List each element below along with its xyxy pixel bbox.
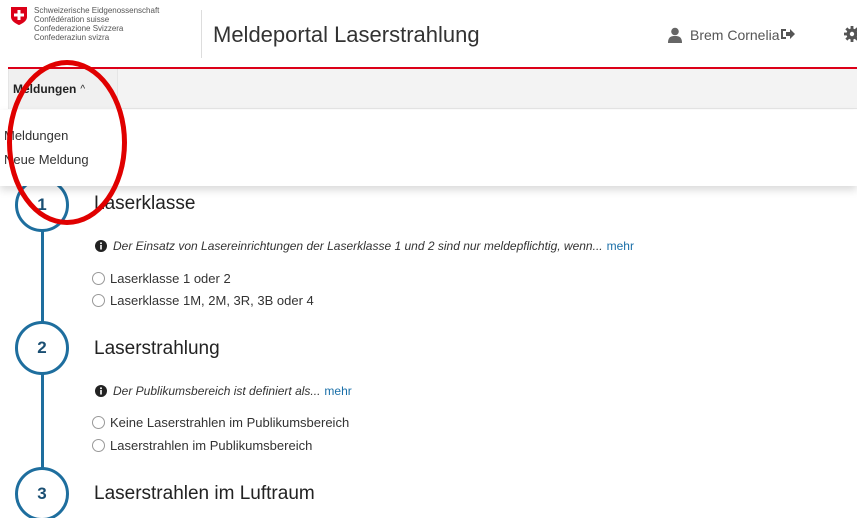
step-1-circle: 1 (15, 178, 69, 232)
nav-dropdown-menu: Meldungen Neue Meldung (0, 110, 857, 186)
logout-icon[interactable] (780, 26, 796, 42)
step-1-more-link[interactable]: mehr (607, 239, 634, 253)
step-2-number: 2 (37, 338, 47, 357)
dropdown-item-meldungen[interactable]: Meldungen (4, 128, 68, 143)
nav-tab-label: Meldungen (13, 82, 77, 96)
confederation-line-fr: Confédération suisse (34, 15, 110, 24)
chevron-up-icon: ^ (80, 83, 86, 95)
radio-laserstrahlen-publikum[interactable]: Laserstrahlen im Publikumsbereich (92, 438, 312, 453)
radio-circle[interactable] (92, 294, 105, 307)
radio-laserklasse-1-2[interactable]: Laserklasse 1 oder 2 (92, 271, 231, 286)
radio-label: Laserklasse 1M, 2M, 3R, 3B oder 4 (110, 293, 314, 308)
radio-circle[interactable] (92, 439, 105, 452)
header: Schweizerische Eidgenossenschaft Confédé… (0, 0, 857, 68)
confederation-line-rm: Confederaziun svizra (34, 33, 110, 42)
info-icon (95, 385, 107, 397)
dropdown-item-neue-meldung[interactable]: Neue Meldung (4, 152, 89, 167)
step-3-circle: 3 (15, 467, 69, 518)
step-3-number: 3 (37, 484, 47, 503)
gear-icon[interactable] (843, 25, 857, 43)
radio-keine-laserstrahlen[interactable]: Keine Laserstrahlen im Publikumsbereich (92, 415, 349, 430)
swiss-flag-icon (11, 7, 27, 25)
user-icon (668, 27, 682, 43)
radio-label: Keine Laserstrahlen im Publikumsbereich (110, 415, 350, 430)
step-3-title: Laserstrahlen im Luftraum (94, 483, 315, 504)
radio-label: Laserstrahlen im Publikumsbereich (110, 438, 313, 453)
confederation-line-it: Confederazione Svizzera (34, 24, 124, 33)
confederation-name: Schweizerische Eidgenossenschaft Confédé… (34, 6, 159, 42)
header-divider (201, 10, 202, 58)
confederation-logo[interactable]: Schweizerische Eidgenossenschaft Confédé… (10, 6, 190, 62)
step-1-info-text: Der Einsatz von Lasereinrichtungen der L… (113, 239, 603, 253)
confederation-line-de: Schweizerische Eidgenossenschaft (34, 6, 160, 15)
step-2-info-text: Der Publikumsbereich ist definiert als..… (113, 384, 321, 398)
radio-circle[interactable] (92, 416, 105, 429)
step-2-circle: 2 (15, 321, 69, 375)
main-navbar: Meldungen ^ (8, 69, 857, 109)
step-2-title: Laserstrahlung (94, 338, 220, 359)
radio-circle[interactable] (92, 272, 105, 285)
step-1-number: 1 (37, 195, 47, 214)
nav-tab-meldungen[interactable]: Meldungen ^ (8, 69, 118, 109)
step-1-title: Laserklasse (94, 193, 196, 214)
app-title: Meldeportal Laserstrahlung (213, 22, 480, 47)
user-name: Brem Cornelia (690, 27, 780, 43)
info-icon (95, 240, 107, 252)
page: Schweizerische Eidgenossenschaft Confédé… (0, 0, 857, 518)
radio-laserklasse-1m-4[interactable]: Laserklasse 1M, 2M, 3R, 3B oder 4 (92, 293, 314, 308)
step-2-more-link[interactable]: mehr (324, 384, 351, 398)
step-1-info: Der Einsatz von Lasereinrichtungen der L… (95, 239, 634, 253)
user-menu[interactable]: Brem Cornelia (668, 24, 779, 46)
radio-label: Laserklasse 1 oder 2 (110, 271, 231, 286)
step-2-info: Der Publikumsbereich ist definiert als..… (95, 384, 352, 398)
